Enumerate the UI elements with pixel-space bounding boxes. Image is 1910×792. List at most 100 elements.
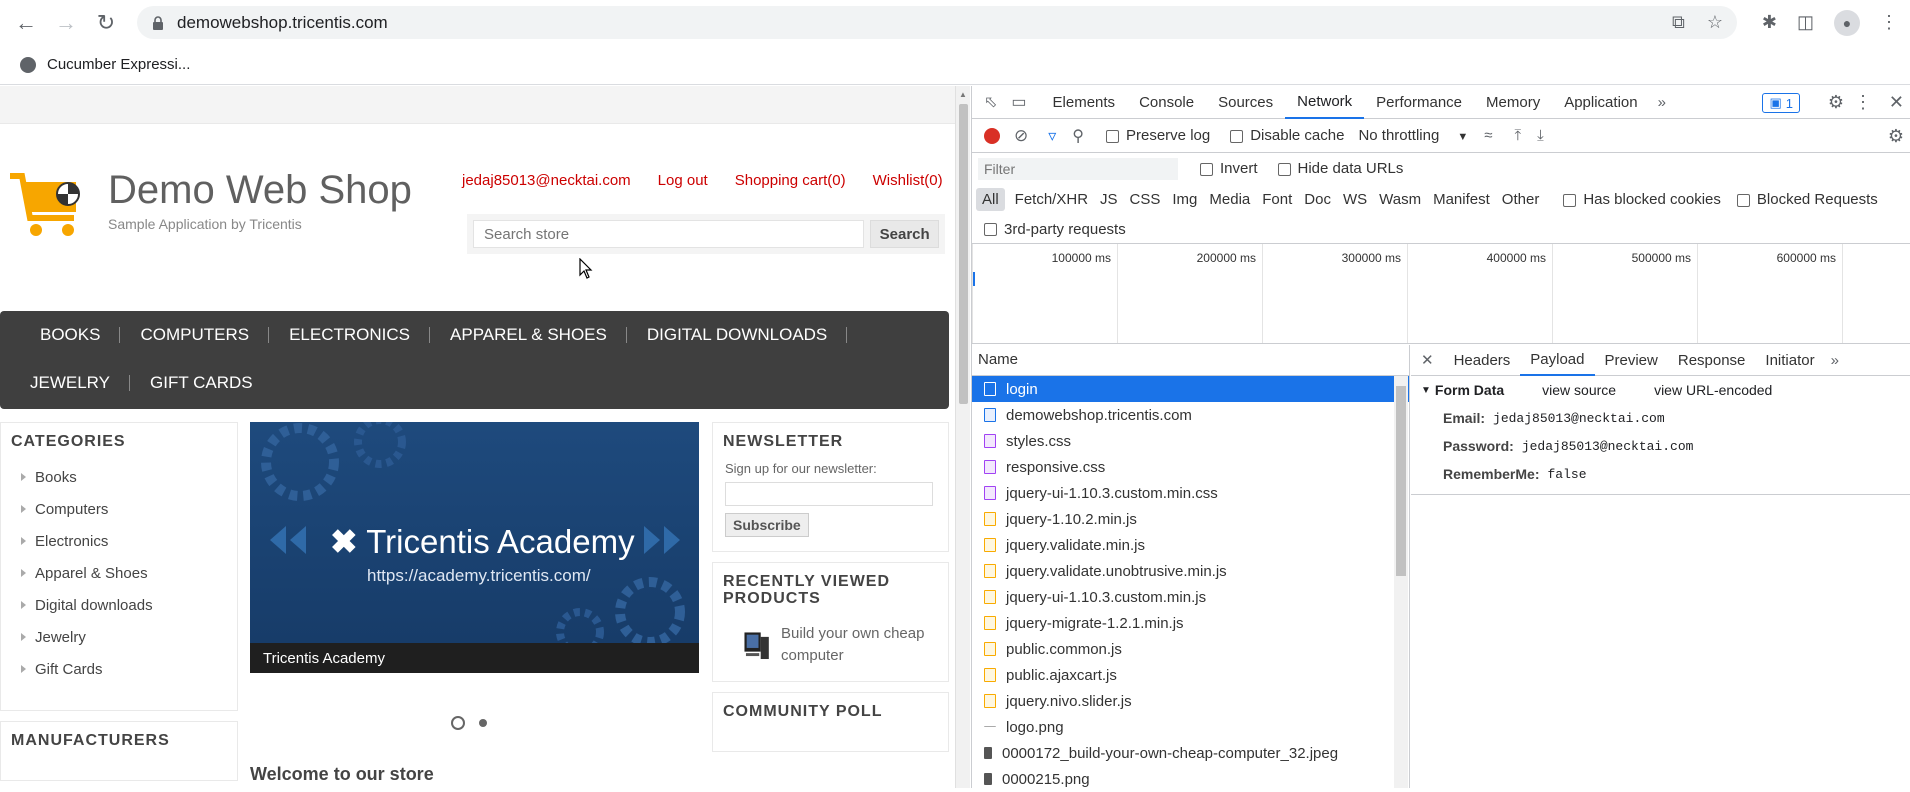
network-timeline[interactable]: 100000 ms 200000 ms 300000 ms 400000 ms … [972, 243, 1910, 344]
network-conditions-icon[interactable]: ≈ [1484, 127, 1492, 144]
back-icon[interactable]: ← [6, 3, 46, 43]
category-digital-downloads[interactable]: Digital downloads [21, 589, 237, 621]
side-panel-icon[interactable]: ◫ [1797, 12, 1814, 33]
lock-icon[interactable] [151, 15, 165, 30]
preserve-log-toggle[interactable]: Preserve log [1106, 127, 1210, 144]
request-row[interactable]: jquery.validate.unobtrusive.min.js [972, 558, 1409, 584]
export-har-icon[interactable]: ⤓ [1537, 127, 1544, 144]
filter-font[interactable]: Font [1256, 188, 1298, 211]
devtools-menu-icon[interactable]: ⋮ [1854, 92, 1872, 113]
request-row[interactable]: jquery-ui-1.10.3.custom.min.js [972, 584, 1409, 610]
tab-network[interactable]: Network [1285, 86, 1365, 119]
filter-manifest[interactable]: Manifest [1427, 188, 1496, 211]
menu-kebab-icon[interactable]: ⋮ [1880, 12, 1898, 33]
page-scrollbar[interactable]: ▲ [955, 86, 970, 788]
menu-apparel-shoes[interactable]: APPAREL & SHOES [430, 311, 627, 359]
close-icon[interactable]: ✕ [1889, 92, 1904, 113]
menu-computers[interactable]: COMPUTERS [120, 311, 270, 359]
invert-toggle[interactable]: Invert [1200, 160, 1258, 177]
menu-jewelry[interactable]: JEWELRY [10, 359, 130, 407]
logo-title[interactable]: Demo Web Shop [108, 168, 412, 213]
slider-dot-1[interactable] [451, 716, 465, 730]
tab-performance[interactable]: Performance [1364, 86, 1474, 119]
has-blocked-cookies-toggle[interactable]: Has blocked cookies [1563, 191, 1721, 208]
filter-all[interactable]: All [976, 188, 1005, 211]
logout-link[interactable]: Log out [658, 172, 708, 189]
tab-preview[interactable]: Preview [1595, 345, 1668, 376]
collapse-triangle-icon[interactable]: ▼ [1421, 385, 1431, 396]
filter-input[interactable] [978, 157, 1178, 180]
request-row[interactable]: login [972, 376, 1409, 402]
search-input[interactable] [473, 220, 865, 248]
clear-icon[interactable]: ⊘ [1014, 126, 1028, 146]
bookmark-item[interactable]: Cucumber Expressi... [47, 56, 190, 73]
category-jewelry[interactable]: Jewelry [21, 621, 237, 653]
filter-fetch-xhr[interactable]: Fetch/XHR [1009, 188, 1094, 211]
record-icon[interactable] [984, 127, 1000, 144]
extensions-icon[interactable]: ✱ [1762, 12, 1777, 33]
view-source-link[interactable]: view source [1542, 382, 1616, 398]
category-computers[interactable]: Computers [21, 493, 237, 525]
name-column-header[interactable]: Name [972, 345, 1409, 376]
shopping-cart-link[interactable]: Shopping cart(0) [735, 172, 846, 189]
view-url-encoded-link[interactable]: view URL-encoded [1654, 382, 1772, 398]
slider-dot-2[interactable] [479, 719, 487, 727]
profile-avatar-icon[interactable]: ● [1834, 9, 1860, 36]
request-row[interactable]: jquery-migrate-1.2.1.min.js [972, 610, 1409, 636]
import-har-icon[interactable]: ⤒ [1514, 127, 1521, 144]
forward-icon[interactable]: → [46, 3, 86, 43]
inspect-element-icon[interactable]: ⬁ [984, 92, 997, 112]
category-apparel-shoes[interactable]: Apparel & Shoes [21, 557, 237, 589]
tab-console[interactable]: Console [1127, 86, 1206, 119]
request-row[interactable]: jquery-1.10.2.min.js [972, 506, 1409, 532]
request-row[interactable]: jquery-ui-1.10.3.custom.min.css [972, 480, 1409, 506]
computer-thumbnail-icon[interactable] [743, 624, 771, 666]
request-row[interactable]: styles.css [972, 428, 1409, 454]
filter-media[interactable]: Media [1203, 188, 1256, 211]
request-row[interactable]: 0000215.png [972, 766, 1409, 792]
search-button[interactable]: Search [870, 220, 939, 248]
scroll-up-icon[interactable]: ▲ [959, 90, 967, 99]
request-row[interactable]: logo.png [972, 714, 1409, 740]
category-gift-cards[interactable]: Gift Cards [21, 653, 237, 685]
filter-wasm[interactable]: Wasm [1373, 188, 1427, 211]
issues-badge[interactable]: ▣ 1 [1762, 93, 1800, 113]
request-row[interactable]: 0000172_build-your-own-cheap-computer_32… [972, 740, 1409, 766]
tab-initiator[interactable]: Initiator [1755, 345, 1824, 376]
url-text[interactable]: demowebshop.tricentis.com [177, 13, 388, 33]
tab-response[interactable]: Response [1668, 345, 1756, 376]
menu-electronics[interactable]: ELECTRONICS [269, 311, 431, 359]
wishlist-link[interactable]: Wishlist(0) [873, 172, 943, 189]
tab-application[interactable]: Application [1552, 86, 1649, 119]
menu-digital-downloads[interactable]: DIGITAL DOWNLOADS [627, 311, 848, 359]
scroll-thumb[interactable] [959, 104, 968, 404]
tab-headers[interactable]: Headers [1444, 345, 1521, 376]
filter-doc[interactable]: Doc [1298, 188, 1337, 211]
device-toolbar-icon[interactable]: ▭ [1011, 92, 1026, 112]
blocked-requests-toggle[interactable]: Blocked Requests [1736, 191, 1878, 208]
newsletter-email-input[interactable] [725, 482, 933, 506]
tab-memory[interactable]: Memory [1474, 86, 1552, 119]
bookmark-star-icon[interactable]: ☆ [1707, 12, 1723, 33]
search-icon[interactable]: ⚲ [1072, 126, 1084, 146]
request-row[interactable]: jquery.validate.min.js [972, 532, 1409, 558]
filter-css[interactable]: CSS [1124, 188, 1167, 211]
more-tabs-icon[interactable]: » [1658, 94, 1666, 111]
request-row[interactable]: demowebshop.tricentis.com [972, 402, 1409, 428]
slider-banner[interactable]: ✖ Tricentis Academy https://academy.tric… [250, 422, 699, 673]
category-books[interactable]: Books [21, 461, 237, 493]
more-detail-tabs-icon[interactable]: » [1831, 352, 1839, 369]
tab-elements[interactable]: Elements [1041, 86, 1128, 119]
form-data-header[interactable]: ▼ Form Data view source view URL-encoded [1411, 376, 1910, 404]
menu-books[interactable]: BOOKS [20, 311, 121, 359]
reload-icon[interactable]: ↻ [86, 3, 126, 43]
category-electronics[interactable]: Electronics [21, 525, 237, 557]
filter-other[interactable]: Other [1496, 188, 1546, 211]
close-detail-icon[interactable]: ✕ [1411, 351, 1444, 369]
request-row[interactable]: jquery.nivo.slider.js [972, 688, 1409, 714]
subscribe-button[interactable]: Subscribe [725, 513, 809, 537]
menu-gift-cards[interactable]: GIFT CARDS [130, 359, 273, 407]
recent-product-name[interactable]: Build your own cheap computer [781, 623, 936, 667]
network-settings-icon[interactable]: ⚙ [1888, 126, 1904, 147]
filter-js[interactable]: JS [1094, 188, 1124, 211]
